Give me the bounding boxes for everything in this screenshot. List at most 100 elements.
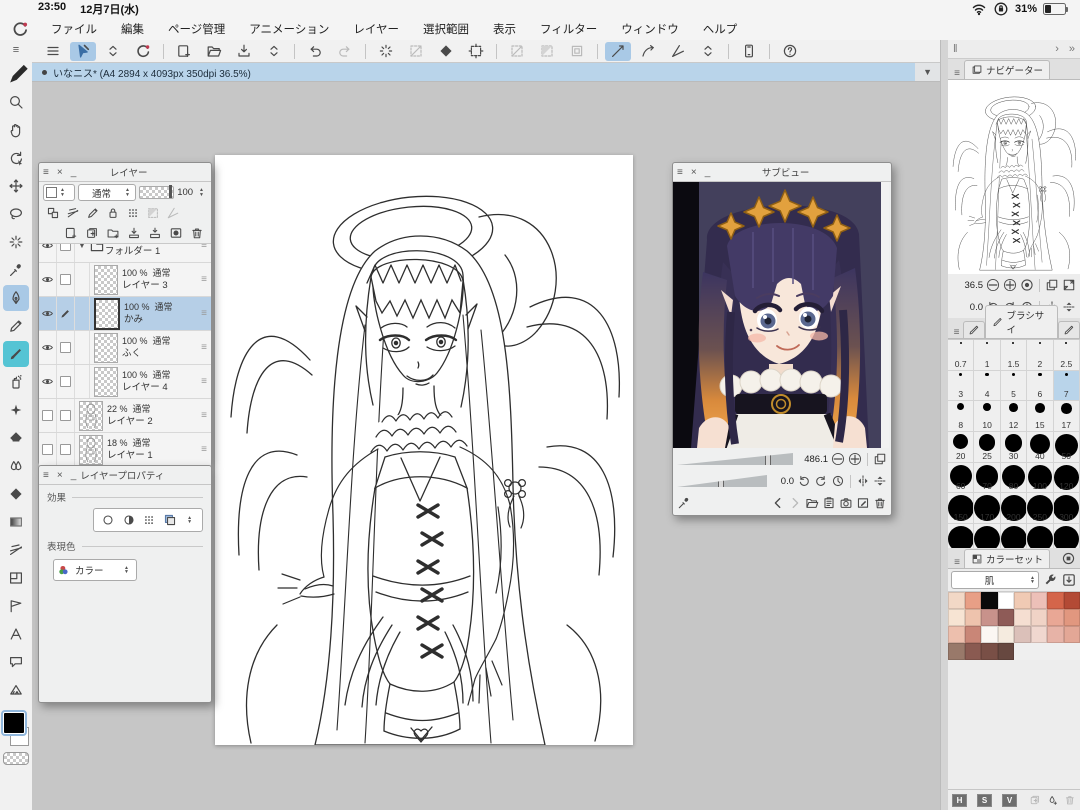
- color-swatch[interactable]: [965, 643, 982, 660]
- zoom-tool[interactable]: [3, 89, 29, 115]
- halftone-effect-icon[interactable]: [142, 513, 156, 527]
- transparent-color-swatch[interactable]: [3, 752, 29, 765]
- rotate-canvas-tool[interactable]: [3, 145, 29, 171]
- brush-size-60[interactable]: 60: [948, 463, 974, 494]
- update-view-button[interactable]: [373, 42, 399, 61]
- redo-button[interactable]: [332, 42, 358, 61]
- draft-layer-icon[interactable]: [86, 206, 100, 220]
- layer-checkbox[interactable]: [60, 410, 71, 421]
- color-set-menu-icon[interactable]: ≡: [950, 557, 964, 568]
- main-menu-button[interactable]: [40, 42, 66, 61]
- select-fill-button[interactable]: [534, 42, 560, 61]
- subview-reference-image[interactable]: [673, 182, 889, 448]
- subview-zoom-slider[interactable]: [677, 453, 793, 465]
- brush-size-40[interactable]: 40: [1027, 432, 1053, 463]
- brush-size-200[interactable]: 200: [1001, 493, 1027, 524]
- color-swatch[interactable]: [948, 643, 965, 660]
- lock-layer-icon[interactable]: [106, 206, 120, 220]
- layer-checkbox[interactable]: [60, 274, 71, 285]
- menu-1[interactable]: 編集: [109, 21, 156, 37]
- select-inverse-button[interactable]: [504, 42, 530, 61]
- eraser-tool[interactable]: [3, 425, 29, 451]
- layer-row[interactable]: 100 % 通常 レイヤー 4 ≡: [39, 365, 211, 399]
- layer-drag-handle[interactable]: ≡: [197, 376, 211, 387]
- panel-close-icon[interactable]: ×: [53, 470, 67, 481]
- layer-drag-handle[interactable]: ≡: [197, 444, 211, 455]
- panel-minimize-icon[interactable]: _: [701, 167, 715, 178]
- brush-size-4[interactable]: 4: [974, 371, 1000, 402]
- foreground-color-swatch[interactable]: [3, 712, 25, 734]
- layer-thumbnail[interactable]: [94, 265, 118, 295]
- zoom-in-icon[interactable]: [1003, 278, 1017, 292]
- save-file-button[interactable]: [231, 42, 257, 61]
- brush-size-50[interactable]: 50: [1054, 432, 1080, 463]
- brush-size-100[interactable]: 100: [1027, 463, 1053, 494]
- select-border-button[interactable]: [564, 42, 590, 61]
- layer-visible-icon[interactable]: [41, 307, 54, 320]
- brush-size-3[interactable]: 3: [948, 371, 974, 402]
- color-swatch[interactable]: [998, 643, 1015, 660]
- color-swatch[interactable]: [1031, 626, 1048, 643]
- color-set-dropdown[interactable]: 肌 ▲▼: [951, 571, 1039, 589]
- layer-thumbnail[interactable]: [94, 333, 118, 363]
- zoom-out-icon[interactable]: [986, 278, 1000, 292]
- layer-thumbnail[interactable]: [94, 367, 118, 397]
- menu-0[interactable]: ファイル: [39, 21, 109, 37]
- color-swatch[interactable]: [965, 626, 982, 643]
- paste-image-icon[interactable]: [822, 496, 836, 510]
- layer-row[interactable]: 22 % 通常 レイヤー 2 ≡: [39, 399, 211, 433]
- help-button[interactable]: [777, 42, 803, 61]
- balloon-tool[interactable]: [3, 649, 29, 675]
- edit-color-set-icon[interactable]: [1042, 572, 1058, 588]
- undo-button[interactable]: [302, 42, 328, 61]
- tone-effect-icon[interactable]: [122, 513, 136, 527]
- tab-brush-1[interactable]: [963, 321, 985, 338]
- move-tool[interactable]: [3, 173, 29, 199]
- snap-to-grid-button[interactable]: [665, 42, 691, 61]
- layer-mask-icon[interactable]: [169, 226, 183, 240]
- color-mixer-S[interactable]: S: [977, 794, 992, 807]
- brush-size-300[interactable]: 300: [1054, 493, 1080, 524]
- layer-row[interactable]: 100 % 通常 かみ ≡: [39, 297, 211, 331]
- delete-color-icon[interactable]: [1064, 793, 1076, 807]
- color-swatch[interactable]: [1031, 592, 1048, 609]
- tool-switcher-button[interactable]: [100, 42, 126, 61]
- layer-checkbox[interactable]: [60, 444, 71, 455]
- save-switcher-button[interactable]: [261, 42, 287, 61]
- reference-layer-icon[interactable]: [66, 206, 80, 220]
- tab-list-chevron-icon[interactable]: ▼: [915, 67, 940, 77]
- tab-navigator[interactable]: ナビゲーター: [964, 60, 1050, 79]
- color-swatch[interactable]: [948, 626, 965, 643]
- layer-thumbnail[interactable]: [79, 435, 103, 465]
- delete-layer-icon[interactable]: [190, 226, 204, 240]
- layer-visible-icon[interactable]: [41, 375, 54, 388]
- gradient-tool[interactable]: [3, 509, 29, 535]
- panel-minimize-icon[interactable]: _: [67, 167, 81, 178]
- flip-vertical-icon[interactable]: [873, 474, 887, 488]
- menu-9[interactable]: ヘルプ: [691, 21, 750, 37]
- color-swatch[interactable]: [981, 609, 998, 626]
- layer-row[interactable]: ▼ 100 % 通常 フォルダー 1 ≡: [39, 243, 211, 263]
- fit-to-window-icon[interactable]: [873, 452, 887, 466]
- layer-row[interactable]: 100 % 通常 レイヤー 3 ≡: [39, 263, 211, 297]
- actual-size-icon[interactable]: [1020, 278, 1034, 292]
- lasso-tool[interactable]: [3, 201, 29, 227]
- brush-size-30[interactable]: 30: [1001, 432, 1027, 463]
- decoration-tool[interactable]: [3, 397, 29, 423]
- panel-menu-icon[interactable]: ≡: [673, 167, 687, 178]
- brush-size-large[interactable]: [1027, 524, 1053, 548]
- color-swatch[interactable]: [1064, 609, 1080, 626]
- rotate-left-icon[interactable]: [797, 474, 811, 488]
- layer-visible-icon[interactable]: [41, 341, 54, 354]
- edit-image-icon[interactable]: [856, 496, 870, 510]
- zoom-in-icon[interactable]: [848, 452, 862, 466]
- panel-drag-handle[interactable]: ‖: [948, 43, 963, 55]
- document-tab[interactable]: いなニス* (A4 2894 x 4093px 350dpi 36.5%): [32, 63, 915, 81]
- brush-size-large[interactable]: [948, 524, 974, 548]
- color-swatch[interactable]: [981, 643, 998, 660]
- text-tool[interactable]: [3, 621, 29, 647]
- brush-size-20[interactable]: 20: [948, 432, 974, 463]
- navigator-preview[interactable]: [948, 80, 1080, 274]
- snap-to-ruler-button[interactable]: [605, 42, 631, 61]
- brush-size-2.5[interactable]: 2.5: [1054, 340, 1080, 371]
